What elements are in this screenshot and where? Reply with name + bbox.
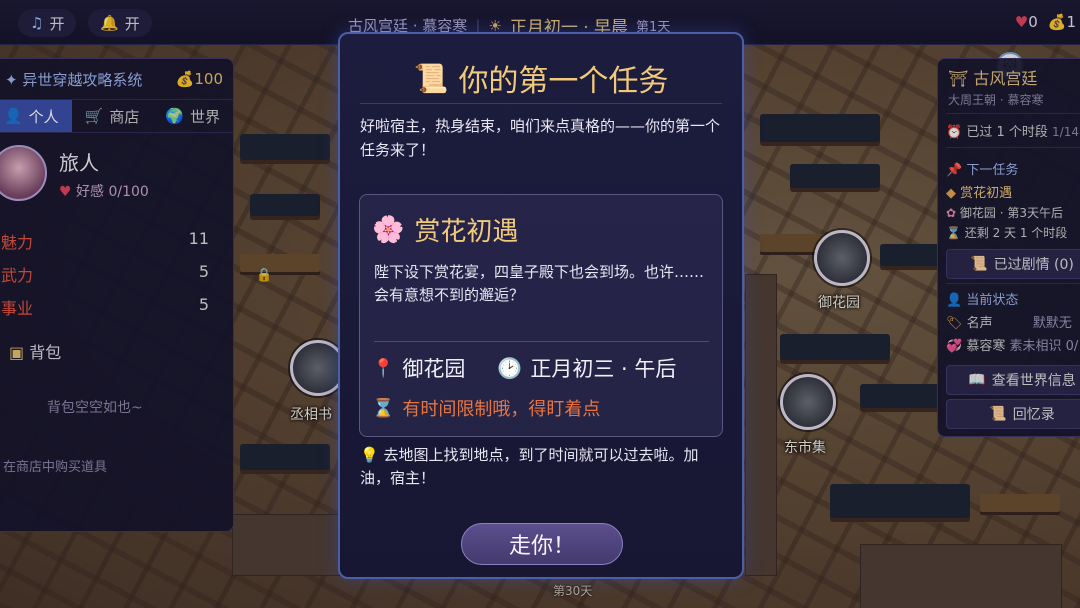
task-title-text: 赏花初遇 [414,217,519,247]
clock-icon: 🕑 [497,356,523,380]
dialog-hint-text: 去地图上找到地点，到了时间就可以过去啦。加油，宿主！ [360,446,699,487]
divider [374,341,709,342]
task-place: 御花园 [402,357,466,381]
hourglass-icon: ⌛ [372,397,395,419]
location-pin-icon: 📍 [372,357,395,379]
dialog-title-text: 你的第一个任务 [458,64,669,99]
task-title: 🌸 赏花初遇 [372,211,518,248]
task-time: 正月初三 · 午后 [530,357,677,381]
lightbulb-icon: 💡 [360,446,379,464]
task-time-limit-text: 有时间限制哦，得盯着点 [402,399,601,420]
dialog-title: 📜 你的第一个任务 [340,56,742,100]
go-button[interactable]: 走你！ [461,523,623,565]
task-time-limit: ⌛ 有时间限制哦，得盯着点 [372,395,600,421]
divider [360,103,722,104]
first-task-dialog: 📜 你的第一个任务 好啦宿主，热身结束，咱们来点真格的——你的第一个任务来了！ … [338,32,744,579]
cherry-blossom-icon: 🌸 [372,214,405,245]
scroll-icon: 📜 [413,61,449,95]
task-card: 🌸 赏花初遇 陛下设下赏花宴，四皇子殿下也会到场。也许……会有意想不到的邂逅？ … [359,194,723,437]
dialog-hint: 💡 去地图上找到地点，到了时间就可以过去啦。加油，宿主！ [360,444,722,490]
dialog-intro: 好啦宿主，热身结束，咱们来点真格的——你的第一个任务来了！ [360,117,721,159]
task-description: 陛下设下赏花宴，四皇子殿下也会到场。也许……会有意想不到的邂逅？ [374,263,705,304]
task-location-time: 📍 御花园 🕑 正月初三 · 午后 [372,353,676,383]
